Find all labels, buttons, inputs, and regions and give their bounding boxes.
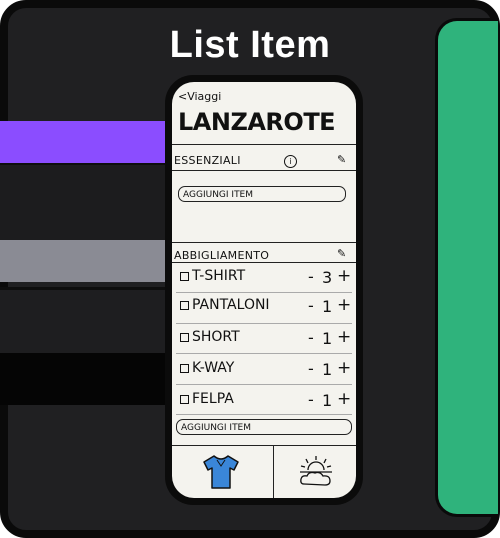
divider: [172, 262, 356, 263]
divider: [176, 292, 352, 293]
list-item: FELPA - 1 +: [180, 389, 352, 411]
selected-list-bar[interactable]: [0, 121, 170, 163]
tshirt-icon: [203, 455, 239, 489]
list-bar[interactable]: [0, 287, 170, 356]
info-icon[interactable]: i: [284, 155, 297, 168]
item-name: T-SHIRT: [192, 268, 246, 284]
section-header: ABBIGLIAMENTO: [174, 249, 354, 262]
edit-pencil-icon[interactable]: ✎: [337, 247, 346, 260]
divider: [176, 353, 352, 354]
divider: [172, 144, 356, 145]
section-title: ESSENZIALI: [174, 154, 241, 167]
back-link[interactable]: <Viaggi: [178, 90, 221, 103]
section-header: ESSENZIALI: [174, 154, 354, 167]
decrement-button[interactable]: -: [308, 390, 314, 409]
edit-pencil-icon[interactable]: ✎: [337, 153, 346, 166]
item-quantity: 1: [322, 360, 333, 379]
divider: [176, 384, 352, 385]
tab-bar: [172, 445, 356, 498]
item-checkbox[interactable]: [180, 333, 189, 342]
list-item: PANTALONI - 1 +: [180, 295, 352, 317]
item-checkbox[interactable]: [180, 301, 189, 310]
phone-screen: <Viaggi LANZAROTE ESSENZIALI i ✎ AGGIUNG…: [172, 82, 356, 498]
item-checkbox[interactable]: [180, 272, 189, 281]
increment-button[interactable]: +: [337, 389, 351, 409]
item-quantity: 1: [322, 297, 333, 316]
divider: [172, 242, 356, 243]
item-checkbox[interactable]: [180, 364, 189, 373]
decrement-button[interactable]: -: [308, 296, 314, 315]
item-name: K-WAY: [192, 360, 235, 376]
list-item: T-SHIRT - 3 +: [180, 266, 352, 288]
divider: [176, 323, 352, 324]
divider: [176, 414, 352, 415]
decrement-button[interactable]: -: [308, 267, 314, 286]
add-item-button[interactable]: AGGIUNGI ITEM: [176, 419, 352, 435]
list-item: SHORT - 1 +: [180, 327, 352, 349]
section-title: ABBIGLIAMENTO: [174, 249, 270, 262]
increment-button[interactable]: +: [337, 266, 351, 286]
list-bar[interactable]: [0, 163, 170, 241]
decrement-button[interactable]: -: [308, 359, 314, 378]
item-quantity: 1: [322, 329, 333, 348]
sun-cloud-icon: [300, 456, 332, 486]
tab-weather[interactable]: [274, 446, 356, 498]
item-quantity: 3: [322, 268, 333, 287]
item-checkbox[interactable]: [180, 395, 189, 404]
list-item: K-WAY - 1 +: [180, 358, 352, 380]
side-panel[interactable]: [435, 18, 498, 517]
divider: [172, 170, 356, 171]
increment-button[interactable]: +: [337, 327, 351, 347]
tab-clothing[interactable]: [172, 446, 272, 498]
page-title: List Item: [169, 24, 331, 66]
decrement-button[interactable]: -: [308, 328, 314, 347]
increment-button[interactable]: +: [337, 295, 351, 315]
item-quantity: 1: [322, 391, 333, 410]
add-item-button[interactable]: AGGIUNGI ITEM: [178, 186, 346, 202]
item-name: SHORT: [192, 329, 240, 345]
increment-button[interactable]: +: [337, 358, 351, 378]
item-name: PANTALONI: [192, 297, 270, 313]
list-bar[interactable]: [0, 353, 170, 405]
item-name: FELPA: [192, 391, 234, 407]
trip-title: LANZAROTE: [178, 108, 336, 136]
highlighted-list-bar[interactable]: [0, 240, 170, 282]
